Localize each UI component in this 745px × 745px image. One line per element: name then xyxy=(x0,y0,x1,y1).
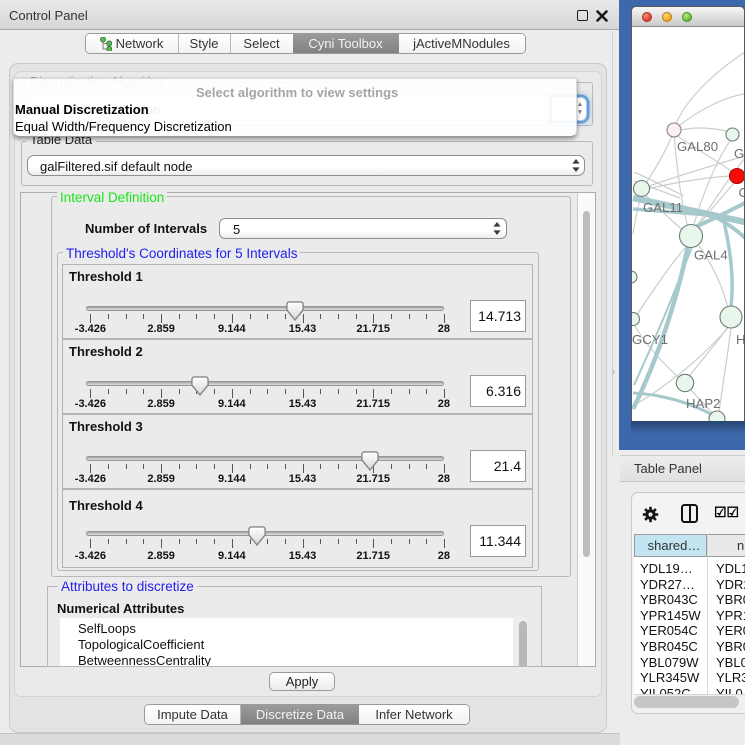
svg-text:HAP2: HAP2 xyxy=(686,396,720,411)
svg-text:H: H xyxy=(736,332,745,347)
svg-text:GAL11: GAL11 xyxy=(643,200,683,215)
svg-text:GAL80: GAL80 xyxy=(677,139,718,154)
svg-text:C: C xyxy=(739,185,745,200)
svg-text:GCY1: GCY1 xyxy=(632,332,668,347)
svg-text:GAL4: GAL4 xyxy=(694,248,728,263)
svg-text:GAL: GAL xyxy=(734,146,745,161)
